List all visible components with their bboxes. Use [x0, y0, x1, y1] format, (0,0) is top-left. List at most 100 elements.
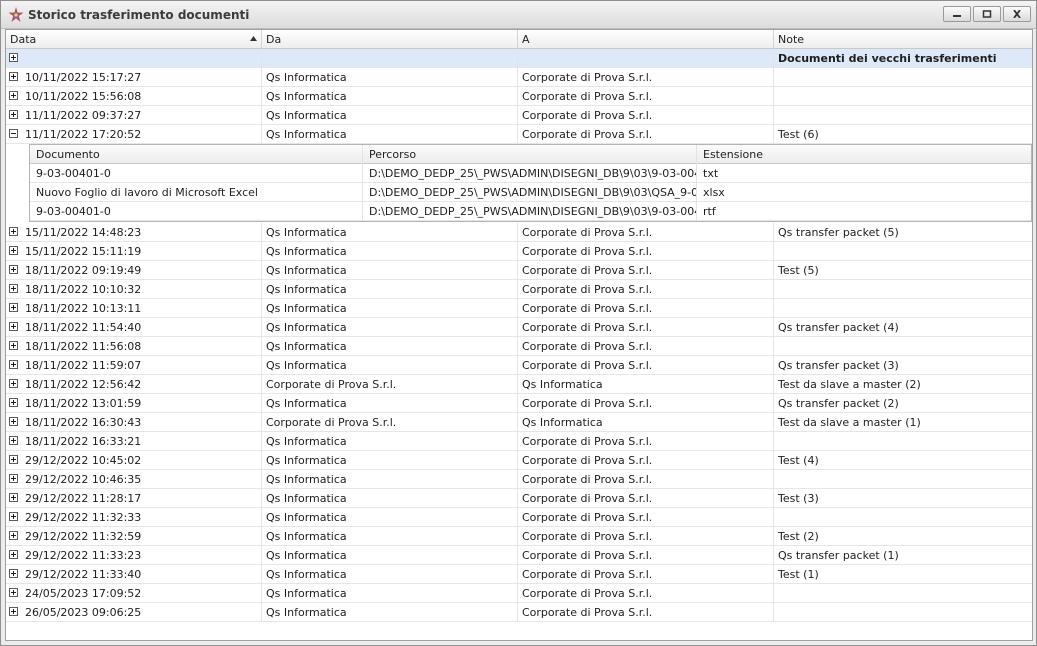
- detail-documento: 9-03-00401-0: [30, 164, 363, 183]
- table-row[interactable]: 29/12/2022 11:33:23 Qs Informatica Corpora…: [6, 546, 1032, 565]
- table-row[interactable]: 29/12/2022 11:32:33 Qs Informatica Corpora…: [6, 508, 1032, 527]
- table-row[interactable]: 18/11/2022 16:33:21 Qs Informatica Corpora…: [6, 432, 1032, 451]
- table-row[interactable]: 11/11/2022 17:20:52 Qs Informatica Corpora…: [6, 125, 1032, 144]
- expand-plus-icon[interactable]: [9, 91, 18, 100]
- table-row[interactable]: 26/05/2023 09:06:25 Qs Informatica Corpora…: [6, 603, 1032, 622]
- table-row[interactable]: 29/12/2022 10:46:35 Qs Informatica Corpora…: [6, 470, 1032, 489]
- table-row[interactable]: 18/11/2022 10:13:11 Qs Informatica Corpora…: [6, 299, 1032, 318]
- cell-note: Test da slave a master (2): [778, 378, 921, 391]
- cell-note: [774, 584, 1032, 603]
- cell-data-text: 18/11/2022 11:54:40: [25, 321, 142, 334]
- expand-plus-icon[interactable]: [9, 227, 18, 236]
- cell-data-text: 24/05/2023 17:09:52: [25, 587, 142, 600]
- minimize-icon: [953, 15, 961, 17]
- cell-note: Qs transfer packet (2): [778, 397, 899, 410]
- table-row[interactable]: 18/11/2022 10:10:32 Qs Informatica Corpora…: [6, 280, 1032, 299]
- table-row[interactable]: 18/11/2022 11:59:07 Qs Informatica Corpora…: [6, 356, 1032, 375]
- column-header-da[interactable]: Da: [262, 30, 518, 49]
- transfer-history-grid[interactable]: Data Da A Note Documenti dei vecchi tras…: [5, 29, 1033, 641]
- expand-plus-icon[interactable]: [9, 417, 18, 426]
- detail-row[interactable]: Nuovo Foglio di lavoro di Microsoft Exce…: [30, 183, 1031, 202]
- expand-plus-icon[interactable]: [9, 53, 18, 62]
- table-row[interactable]: 24/05/2023 17:09:52 Qs Informatica Corpora…: [6, 584, 1032, 603]
- column-header-a[interactable]: A: [518, 30, 774, 49]
- cell-a: Corporate di Prova S.r.l.: [518, 489, 774, 508]
- cell-data: 18/11/2022 11:54:40: [6, 318, 262, 337]
- detail-grid[interactable]: Documento Percorso Estensione 9-03-00401…: [29, 144, 1032, 222]
- table-row[interactable]: 18/11/2022 11:56:08 Qs Informatica Corpora…: [6, 337, 1032, 356]
- expand-plus-icon[interactable]: [9, 512, 18, 521]
- table-row[interactable]: 15/11/2022 15:11:19 Qs Informatica Corpora…: [6, 242, 1032, 261]
- expand-plus-icon[interactable]: [9, 436, 18, 445]
- detail-header: Documento Percorso Estensione: [30, 145, 1031, 164]
- expand-plus-icon[interactable]: [9, 493, 18, 502]
- detail-header-documento[interactable]: Documento: [30, 145, 363, 164]
- expand-plus-icon[interactable]: [9, 265, 18, 274]
- cell-data: 15/11/2022 14:48:23: [6, 223, 262, 242]
- cell-a: Corporate di Prova S.r.l.: [518, 356, 774, 375]
- table-row[interactable]: 10/11/2022 15:17:27 Qs Informatica Corpora…: [6, 68, 1032, 87]
- table-row[interactable]: 18/11/2022 11:54:40 Qs Informatica Corpora…: [6, 318, 1032, 337]
- table-row[interactable]: 18/11/2022 09:19:49 Qs Informatica Corpora…: [6, 261, 1032, 280]
- expand-plus-icon[interactable]: [9, 398, 18, 407]
- expand-plus-icon[interactable]: [9, 550, 18, 559]
- expand-plus-icon[interactable]: [9, 322, 18, 331]
- detail-documento: 9-03-00401-0: [30, 202, 363, 221]
- cell-note: Test (5): [778, 264, 819, 277]
- group-row[interactable]: Documenti dei vecchi trasferimenti: [6, 49, 1032, 68]
- column-header-note[interactable]: Note: [774, 30, 1032, 49]
- table-row[interactable]: 29/12/2022 11:32:59 Qs Informatica Corpora…: [6, 527, 1032, 546]
- table-row[interactable]: 18/11/2022 12:56:42 Corporate di Prova S.…: [6, 375, 1032, 394]
- cell-note: Qs transfer packet (3): [778, 359, 899, 372]
- table-row[interactable]: 18/11/2022 16:30:43 Corporate di Prova S.…: [6, 413, 1032, 432]
- expand-plus-icon[interactable]: [9, 607, 18, 616]
- cell-a: Corporate di Prova S.r.l.: [518, 242, 774, 261]
- detail-header-percorso[interactable]: Percorso: [363, 145, 697, 164]
- table-row[interactable]: 29/12/2022 10:45:02 Qs Informatica Corpora…: [6, 451, 1032, 470]
- detail-estensione: txt: [703, 167, 719, 180]
- expand-plus-icon[interactable]: [9, 360, 18, 369]
- cell-data: 26/05/2023 09:06:25: [6, 603, 262, 622]
- cell-data: 18/11/2022 09:19:49: [6, 261, 262, 280]
- cell-da: Qs Informatica: [262, 356, 518, 375]
- table-row[interactable]: 18/11/2022 13:01:59 Qs Informatica Corpora…: [6, 394, 1032, 413]
- expand-plus-icon[interactable]: [9, 246, 18, 255]
- expand-plus-icon[interactable]: [9, 455, 18, 464]
- expand-plus-icon[interactable]: [9, 303, 18, 312]
- cell-a: Corporate di Prova S.r.l.: [518, 603, 774, 622]
- expand-plus-icon[interactable]: [9, 72, 18, 81]
- collapse-minus-icon[interactable]: [9, 129, 18, 138]
- expand-plus-icon[interactable]: [9, 531, 18, 540]
- close-button[interactable]: [1003, 6, 1031, 22]
- column-header-data-label: Data: [10, 33, 37, 46]
- table-row[interactable]: 11/11/2022 09:37:27 Qs Informatica Corpora…: [6, 106, 1032, 125]
- detail-row[interactable]: 9-03-00401-0 D:\DEMO_DEDP_25\_PWS\ADMIN\…: [30, 164, 1031, 183]
- title-bar[interactable]: Storico trasferimento documenti: [1, 1, 1036, 29]
- maximize-button[interactable]: [973, 6, 1001, 22]
- column-header-data[interactable]: Data: [6, 30, 262, 49]
- cell-a: Corporate di Prova S.r.l.: [518, 337, 774, 356]
- table-row[interactable]: 10/11/2022 15:56:08 Qs Informatica Corpora…: [6, 87, 1032, 106]
- cell-data: 29/12/2022 11:28:17: [6, 489, 262, 508]
- table-row[interactable]: 29/12/2022 11:28:17 Qs Informatica Corpora…: [6, 489, 1032, 508]
- minimize-button[interactable]: [943, 6, 971, 22]
- expand-plus-icon[interactable]: [9, 110, 18, 119]
- cell-a: Corporate di Prova S.r.l.: [518, 546, 774, 565]
- table-row[interactable]: 15/11/2022 14:48:23 Qs Informatica Corpora…: [6, 223, 1032, 242]
- cell-da: Qs Informatica: [262, 223, 518, 242]
- expand-plus-icon[interactable]: [9, 341, 18, 350]
- cell-data-text: 29/12/2022 11:28:17: [25, 492, 142, 505]
- cell-data: 10/11/2022 15:17:27: [6, 68, 262, 87]
- expand-plus-icon[interactable]: [9, 588, 18, 597]
- expand-plus-icon[interactable]: [9, 474, 18, 483]
- expand-plus-icon[interactable]: [9, 569, 18, 578]
- cell-note: Test (3): [778, 492, 819, 505]
- expand-plus-icon[interactable]: [9, 379, 18, 388]
- detail-row[interactable]: 9-03-00401-0 D:\DEMO_DEDP_25\_PWS\ADMIN\…: [30, 202, 1031, 221]
- cell-note: Test (4): [778, 454, 819, 467]
- expand-plus-icon[interactable]: [9, 284, 18, 293]
- cell-data: 18/11/2022 10:13:11: [6, 299, 262, 318]
- group-cell-empty: [518, 49, 774, 68]
- table-row[interactable]: 29/12/2022 11:33:40 Qs Informatica Corpora…: [6, 565, 1032, 584]
- detail-header-estensione[interactable]: Estensione: [697, 145, 1031, 164]
